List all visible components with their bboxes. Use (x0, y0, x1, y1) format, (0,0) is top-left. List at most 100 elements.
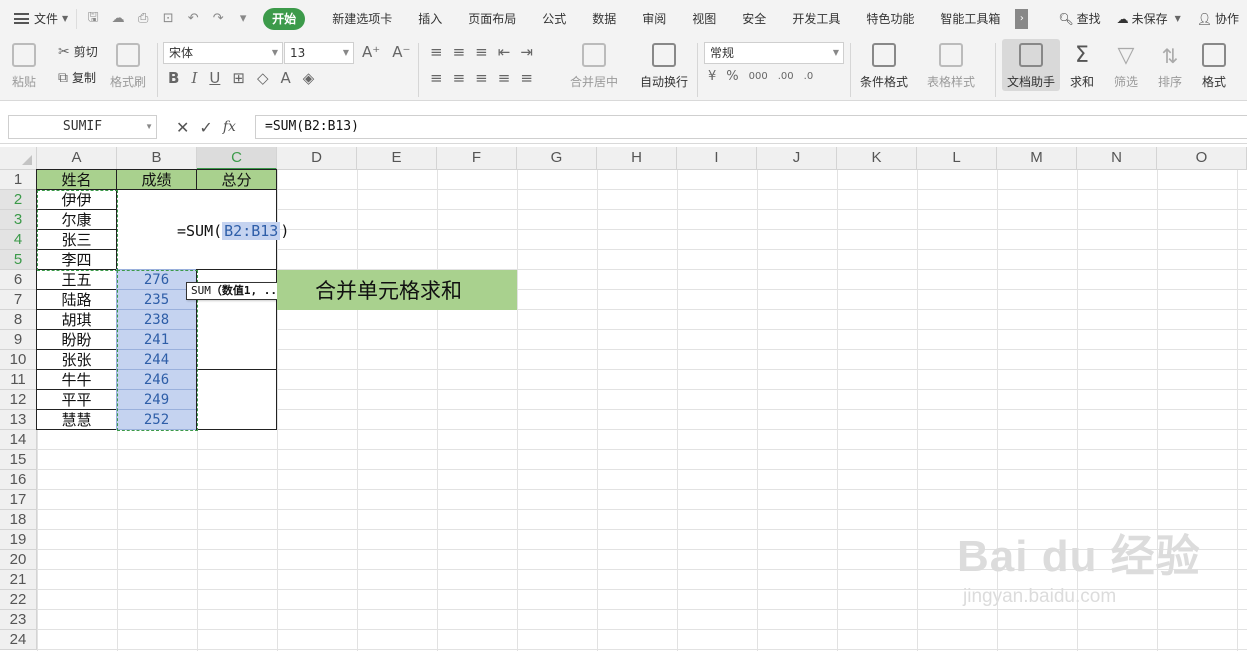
score-cell[interactable]: 246 (116, 369, 197, 390)
column-header-e[interactable]: E (357, 147, 437, 170)
copy-button[interactable]: ⧉ 复制 (58, 69, 96, 86)
conditional-format-button[interactable]: 条件格式 (860, 43, 908, 90)
header-cell-score[interactable]: 成绩 (116, 169, 197, 190)
currency-icon[interactable]: ¥ (708, 69, 716, 84)
column-header-o[interactable]: O (1157, 147, 1247, 170)
row-header-19[interactable]: 19 (0, 530, 37, 550)
row-header-12[interactable]: 12 (0, 390, 37, 410)
name-cell[interactable]: 尔康 (36, 209, 117, 230)
underline-icon[interactable]: U (209, 69, 220, 87)
tab-view[interactable]: 视图 (679, 8, 729, 30)
row-header-14[interactable]: 14 (0, 430, 37, 450)
formula-input[interactable]: =SUM(B2:B13) (255, 115, 1247, 139)
insert-function-icon[interactable]: fx (223, 119, 236, 135)
unsaved-button[interactable]: ☁ 未保存 ▼ (1117, 10, 1181, 27)
sum-button[interactable]: Σ 求和 (1070, 43, 1094, 90)
cut-button[interactable]: ✂ 剪切 (58, 43, 98, 60)
column-header-b[interactable]: B (117, 147, 197, 170)
align-left-icon[interactable]: ≡ (430, 69, 443, 87)
tab-security[interactable]: 安全 (729, 8, 779, 30)
cell-edit-formula[interactable]: =SUM(B2:B13) (177, 222, 289, 240)
name-cell[interactable]: 张张 (36, 349, 117, 370)
italic-icon[interactable]: I (191, 69, 197, 87)
paste-button[interactable]: 粘贴 (12, 43, 36, 90)
column-header-d[interactable]: D (277, 147, 357, 170)
tab-data[interactable]: 数据 (579, 8, 629, 30)
align-right-icon[interactable]: ≡ (475, 69, 488, 87)
tabs-more-button[interactable]: › (1015, 8, 1029, 29)
row-header-15[interactable]: 15 (0, 450, 37, 470)
font-grow-icon[interactable]: A⁺ (362, 43, 380, 61)
row-header-2[interactable]: 2 (0, 190, 37, 210)
font-size-select[interactable]: 13 ▼ (284, 42, 354, 64)
align-center-icon[interactable]: ≡ (453, 69, 466, 87)
tab-special[interactable]: 特色功能 (853, 8, 927, 30)
doc-assistant-button[interactable]: 文档助手 (1002, 39, 1060, 91)
row-header-5[interactable]: 5 (0, 250, 37, 270)
name-cell[interactable]: 盼盼 (36, 329, 117, 350)
name-cell[interactable]: 牛牛 (36, 369, 117, 390)
row-header-1[interactable]: 1 (0, 170, 37, 190)
row-header-24[interactable]: 24 (0, 630, 37, 650)
merged-total-c11-c13[interactable] (196, 369, 277, 430)
customize-icon[interactable]: ▾ (235, 11, 251, 27)
column-header-a[interactable]: A (37, 147, 117, 170)
row-header-18[interactable]: 18 (0, 510, 37, 530)
row-header-17[interactable]: 17 (0, 490, 37, 510)
number-format-select[interactable]: 常规 ▼ (704, 42, 844, 64)
name-cell[interactable]: 慧慧 (36, 409, 117, 430)
column-header-j[interactable]: J (757, 147, 837, 170)
search-button[interactable]: 🔍︎ 查找 (1058, 10, 1100, 27)
name-cell[interactable]: 伊伊 (36, 189, 117, 210)
row-header-11[interactable]: 11 (0, 370, 37, 390)
sort-button[interactable]: ⇅ 排序 (1158, 43, 1182, 90)
row-header-9[interactable]: 9 (0, 330, 37, 350)
indent-increase-icon[interactable]: ⇥ (520, 43, 533, 61)
tab-new[interactable]: 新建选项卡 (319, 8, 405, 30)
row-header-7[interactable]: 7 (0, 290, 37, 310)
align-top-icon[interactable]: ≡ (430, 43, 443, 61)
collab-button[interactable]: 👤︎ 协作 (1197, 10, 1239, 27)
score-cell[interactable]: 241 (116, 329, 197, 350)
column-header-l[interactable]: L (917, 147, 997, 170)
wrap-text-button[interactable]: 自动换行 (640, 43, 688, 90)
clear-format-icon[interactable]: ◈ (303, 69, 315, 87)
row-header-10[interactable]: 10 (0, 350, 37, 370)
decimal-increase-icon[interactable]: .00 (778, 71, 794, 82)
score-cell[interactable]: 235 (116, 289, 197, 310)
name-box[interactable]: SUMIF ▼ (8, 115, 157, 139)
file-menu[interactable]: 文件 ▼ (0, 0, 76, 37)
row-header-4[interactable]: 4 (0, 230, 37, 250)
column-header-i[interactable]: I (677, 147, 757, 170)
format-button[interactable]: 格式 (1202, 43, 1226, 90)
score-cell[interactable]: 252 (116, 409, 197, 430)
row-header-22[interactable]: 22 (0, 590, 37, 610)
tab-developer[interactable]: 开发工具 (779, 8, 853, 30)
score-cell[interactable]: 244 (116, 349, 197, 370)
row-header-3[interactable]: 3 (0, 210, 37, 230)
print-preview-icon[interactable]: ⊡ (160, 11, 176, 27)
name-cell[interactable]: 王五 (36, 269, 117, 290)
row-header-20[interactable]: 20 (0, 550, 37, 570)
redo-icon[interactable]: ↷ (210, 11, 226, 27)
column-header-g[interactable]: G (517, 147, 597, 170)
save-icon[interactable]: 🖫 (85, 10, 101, 27)
print-icon[interactable]: ⎙ (135, 11, 151, 27)
cloud-icon[interactable]: ☁ (110, 11, 126, 27)
row-header-13[interactable]: 13 (0, 410, 37, 430)
distributed-icon[interactable]: ≡ (520, 69, 533, 87)
tab-page-layout[interactable]: 页面布局 (455, 8, 529, 30)
name-cell[interactable]: 张三 (36, 229, 117, 250)
score-cell[interactable]: 249 (116, 389, 197, 410)
font-color-icon[interactable]: A (280, 69, 290, 87)
font-shrink-icon[interactable]: A⁻ (392, 43, 410, 61)
border-icon[interactable]: ⊞ (232, 69, 245, 87)
row-header-8[interactable]: 8 (0, 310, 37, 330)
select-all-corner[interactable] (0, 147, 37, 170)
justify-icon[interactable]: ≡ (498, 69, 511, 87)
decimal-decrease-icon[interactable]: .0 (804, 71, 814, 82)
indent-decrease-icon[interactable]: ⇤ (498, 43, 511, 61)
column-header-m[interactable]: M (997, 147, 1077, 170)
name-cell[interactable]: 胡琪 (36, 309, 117, 330)
table-style-button[interactable]: 表格样式 (927, 43, 975, 90)
